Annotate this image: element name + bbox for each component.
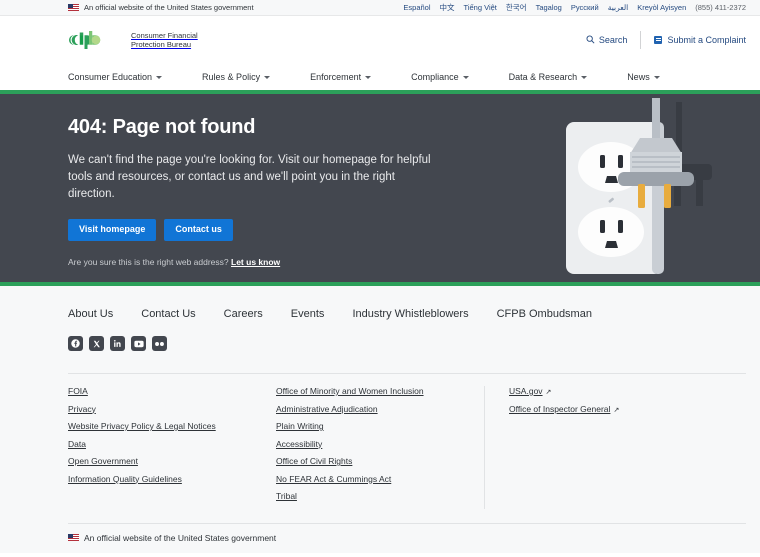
- footer-link-data[interactable]: Data: [68, 439, 264, 449]
- footer-link-office-minority-women-inclusion[interactable]: Office of Minority and Women Inclusion: [276, 386, 472, 396]
- submit-complaint-label: Submit a Complaint: [667, 35, 746, 45]
- footer-link-tribal[interactable]: Tribal: [276, 491, 472, 501]
- footer-link-careers[interactable]: Careers: [224, 308, 263, 320]
- nav-item-label: Enforcement: [310, 72, 361, 82]
- footer-column-2: Office of Minority and Women Inclusion A…: [276, 386, 484, 509]
- footer-link-information-quality-guidelines[interactable]: Information Quality Guidelines: [68, 474, 264, 484]
- chevron-down-icon: [463, 76, 469, 79]
- contact-us-button[interactable]: Contact us: [164, 219, 233, 241]
- footer-link-plain-writing[interactable]: Plain Writing: [276, 421, 472, 431]
- nav-item-compliance[interactable]: Compliance: [411, 72, 469, 82]
- visit-homepage-button[interactable]: Visit homepage: [68, 219, 156, 241]
- external-link-icon: ↗: [613, 406, 619, 414]
- nav-item-consumer-education[interactable]: Consumer Education: [68, 72, 162, 82]
- search-button[interactable]: Search: [586, 31, 642, 49]
- language-link-ru[interactable]: Русский: [571, 3, 599, 12]
- x-twitter-icon[interactable]: [89, 336, 104, 351]
- language-link-ko[interactable]: 한국어: [506, 2, 527, 13]
- facebook-icon[interactable]: [68, 336, 83, 351]
- unplugged-outlet-illustration: [548, 94, 738, 284]
- chevron-down-icon: [365, 76, 371, 79]
- chevron-down-icon: [264, 76, 270, 79]
- linkedin-icon[interactable]: [110, 336, 125, 351]
- error-hero: 404: Page not found We can't find the pa…: [0, 90, 760, 286]
- wrong-address-text: Are you sure this is the right web addre…: [68, 257, 229, 267]
- language-link-zh[interactable]: 中文: [440, 2, 455, 13]
- footer-link-columns: FOIA Privacy Website Privacy Policy & Le…: [68, 373, 746, 509]
- nav-item-data-research[interactable]: Data & Research: [509, 72, 588, 82]
- footer-link-office-civil-rights[interactable]: Office of Civil Rights: [276, 456, 472, 466]
- us-flag-icon: [68, 534, 79, 541]
- footer-link-open-government[interactable]: Open Government: [68, 456, 264, 466]
- site-header: Consumer Financial Protection Bureau Sea…: [0, 16, 760, 64]
- nav-item-label: News: [627, 72, 650, 82]
- flickr-icon[interactable]: [152, 336, 167, 351]
- footer-gov-banner: An official website of the United States…: [68, 523, 746, 553]
- search-button-label: Search: [599, 35, 628, 45]
- primary-navigation: Consumer Education Rules & Policy Enforc…: [0, 64, 760, 90]
- chevron-down-icon: [581, 76, 587, 79]
- footer-link-office-inspector-general[interactable]: Office of Inspector General↗: [509, 404, 690, 414]
- submit-complaint-button[interactable]: Submit a Complaint: [641, 35, 746, 45]
- header-actions: Search Submit a Complaint: [586, 31, 746, 49]
- footer-navigation: About Us Contact Us Careers Events Indus…: [68, 286, 746, 320]
- us-flag-icon: [68, 4, 79, 11]
- language-selector: Español 中文 Tiếng Việt 한국어 Tagalog Русски…: [403, 2, 746, 13]
- nav-item-news[interactable]: News: [627, 72, 660, 82]
- cfpb-logo-text: Consumer Financial Protection Bureau: [131, 31, 198, 50]
- language-link-tl[interactable]: Tagalog: [536, 3, 562, 12]
- search-icon: [586, 35, 595, 46]
- language-link-vi[interactable]: Tiếng Việt: [464, 3, 497, 12]
- site-footer: About Us Contact Us Careers Events Indus…: [0, 286, 760, 553]
- youtube-icon[interactable]: [131, 336, 146, 351]
- footer-link-contact-us[interactable]: Contact Us: [141, 308, 195, 320]
- language-link-ht[interactable]: Kreyòl Ayisyen: [637, 3, 686, 12]
- footer-link-website-privacy-policy[interactable]: Website Privacy Policy & Legal Notices: [68, 421, 264, 431]
- footer-gov-banner-text: An official website of the United States…: [84, 533, 276, 543]
- footer-column-3: USA.gov↗ Office of Inspector General↗: [484, 386, 702, 509]
- nav-item-label: Compliance: [411, 72, 459, 82]
- nav-item-label: Consumer Education: [68, 72, 152, 82]
- language-link-es[interactable]: Español: [403, 3, 430, 12]
- footer-link-privacy[interactable]: Privacy: [68, 404, 264, 414]
- external-link-icon: ↗: [546, 388, 552, 396]
- footer-link-about-us[interactable]: About Us: [68, 308, 113, 320]
- nav-item-label: Rules & Policy: [202, 72, 260, 82]
- footer-link-no-fear-act[interactable]: No FEAR Act & Cummings Act: [276, 474, 472, 484]
- footer-link-cfpb-ombudsman[interactable]: CFPB Ombudsman: [497, 308, 592, 320]
- footer-link-accessibility[interactable]: Accessibility: [276, 439, 472, 449]
- nav-item-rules-policy[interactable]: Rules & Policy: [202, 72, 270, 82]
- footer-link-administrative-adjudication[interactable]: Administrative Adjudication: [276, 404, 472, 414]
- cfpb-logo-link[interactable]: Consumer Financial Protection Bureau: [68, 30, 198, 50]
- footer-link-label: USA.gov: [509, 386, 543, 396]
- gov-banner: An official website of the United States…: [0, 0, 760, 16]
- footer-column-1: FOIA Privacy Website Privacy Policy & Le…: [68, 386, 276, 509]
- footer-link-events[interactable]: Events: [291, 308, 325, 320]
- chevron-down-icon: [654, 76, 660, 79]
- chevron-down-icon: [156, 76, 162, 79]
- error-description: We can't find the page you're looking fo…: [68, 152, 436, 203]
- cfpb-logo-icon: [68, 30, 122, 50]
- complaint-form-icon: [654, 36, 662, 44]
- nav-item-enforcement[interactable]: Enforcement: [310, 72, 371, 82]
- footer-link-foia[interactable]: FOIA: [68, 386, 264, 396]
- let-us-know-link[interactable]: Let us know: [231, 257, 280, 267]
- footer-link-industry-whistleblowers[interactable]: Industry Whistleblowers: [352, 308, 468, 320]
- language-link-ar[interactable]: العربية: [608, 3, 629, 12]
- nav-item-label: Data & Research: [509, 72, 578, 82]
- page-root: An official website of the United States…: [0, 0, 760, 557]
- gov-banner-text: An official website of the United States…: [84, 3, 254, 12]
- footer-link-label: Office of Inspector General: [509, 404, 610, 414]
- social-links: [68, 320, 746, 351]
- footer-link-usa-gov[interactable]: USA.gov↗: [509, 386, 690, 396]
- phone-number: (855) 411-2372: [695, 3, 746, 12]
